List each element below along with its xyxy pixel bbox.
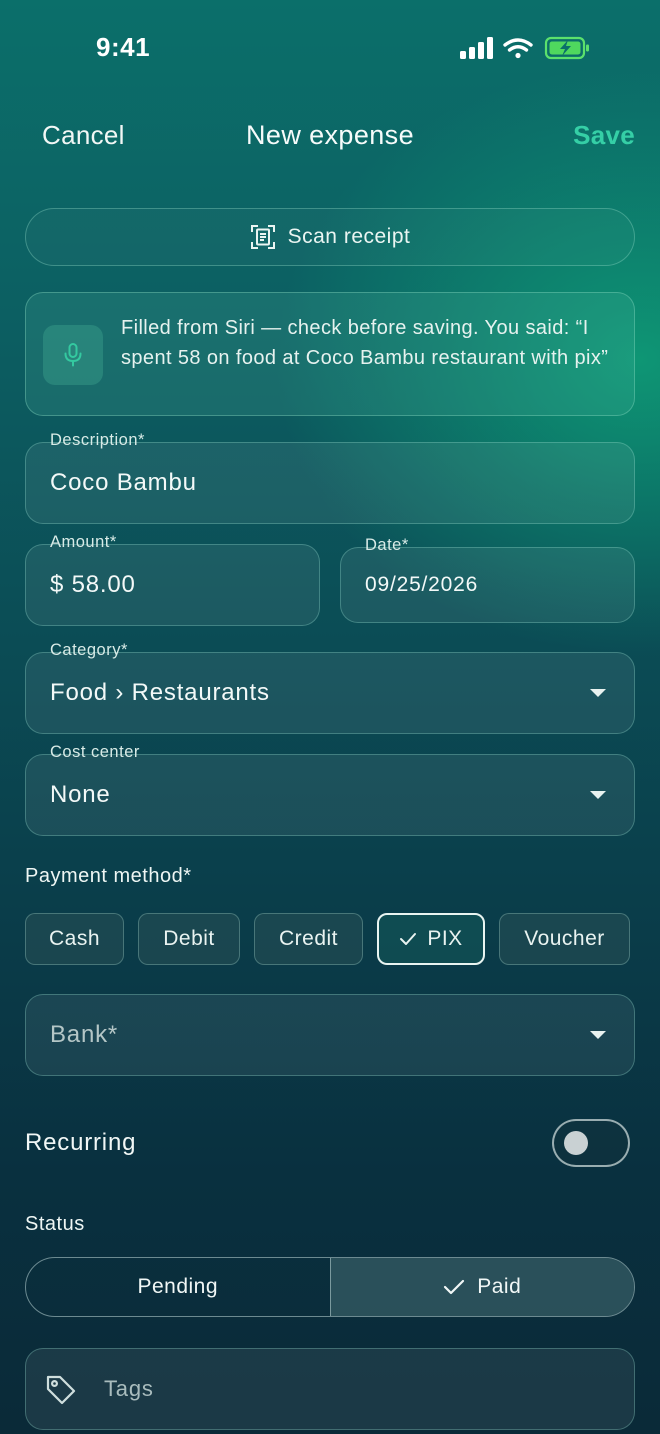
- payment-chip-cash[interactable]: Cash: [25, 913, 124, 965]
- siri-mic-badge: [43, 325, 103, 385]
- category-select[interactable]: Category* Food › Restaurants: [25, 641, 635, 734]
- payment-chip-debit[interactable]: Debit: [138, 913, 240, 965]
- scan-receipt-icon: [250, 225, 275, 249]
- status-bar-time: 9:41: [96, 32, 151, 62]
- status-option-label: Paid: [477, 1275, 522, 1298]
- page-title: New expense: [246, 120, 414, 150]
- amount-field[interactable]: Amount* $ 58.00: [25, 533, 320, 626]
- save-button[interactable]: Save: [573, 120, 635, 151]
- scan-receipt-button[interactable]: Scan receipt: [25, 208, 635, 266]
- siri-message: Filled from Siri — check before saving. …: [121, 317, 609, 369]
- cost-center-select[interactable]: Cost center None: [25, 743, 635, 836]
- payment-chip-label: Credit: [278, 927, 339, 950]
- status-segmented-control[interactable]: Pending Paid: [25, 1257, 635, 1317]
- date-field[interactable]: Date* 09/25/2026: [340, 536, 635, 623]
- status-option-label: Pending: [137, 1275, 219, 1298]
- payment-method-label: Payment method*: [25, 865, 192, 887]
- chevron-down-icon: [590, 689, 606, 697]
- payment-chip-voucher[interactable]: Voucher: [499, 913, 630, 965]
- bank-placeholder: Bank*: [50, 1021, 119, 1048]
- battery-charging-icon: [544, 36, 589, 60]
- tags-placeholder: Tags: [104, 1376, 154, 1401]
- payment-chip-label: PIX: [427, 927, 463, 950]
- status-bar-icons: [460, 36, 600, 60]
- recurring-label: Recurring: [25, 1129, 137, 1156]
- microphone-icon: [64, 343, 82, 367]
- bank-select[interactable]: Bank*: [25, 994, 635, 1076]
- description-field[interactable]: Description* Coco Bambu: [25, 431, 635, 524]
- status-option-pending[interactable]: Pending: [26, 1258, 330, 1316]
- date-value: 09/25/2026: [365, 573, 479, 596]
- tags-field[interactable]: Tags: [25, 1348, 635, 1430]
- payment-chip-label: Debit: [163, 927, 215, 950]
- scan-receipt-label: Scan receipt: [287, 225, 411, 248]
- category-value: Food › Restaurants: [50, 679, 270, 706]
- cost-center-value: None: [50, 781, 111, 808]
- cellular-signal-icon: [460, 37, 493, 59]
- checkmark-icon: [444, 1279, 465, 1295]
- tag-icon: [46, 1375, 76, 1405]
- payment-chip-label: Cash: [48, 927, 101, 950]
- chevron-down-icon: [590, 791, 606, 799]
- chevron-down-icon: [590, 1031, 606, 1039]
- payment-chip-pix[interactable]: PIX: [377, 913, 485, 965]
- description-value: Coco Bambu: [50, 469, 197, 496]
- status-label: Status: [25, 1213, 85, 1235]
- toggle-knob: [564, 1131, 588, 1155]
- payment-chip-label: Voucher: [524, 927, 605, 950]
- status-option-paid[interactable]: Paid: [329, 1258, 634, 1316]
- siri-banner: Filled from Siri — check before saving. …: [25, 292, 635, 416]
- payment-chip-credit[interactable]: Credit: [254, 913, 363, 965]
- amount-value: $ 58.00: [50, 571, 136, 598]
- recurring-toggle[interactable]: [552, 1119, 630, 1167]
- checkmark-icon: [400, 933, 417, 945]
- wifi-icon: [503, 38, 533, 59]
